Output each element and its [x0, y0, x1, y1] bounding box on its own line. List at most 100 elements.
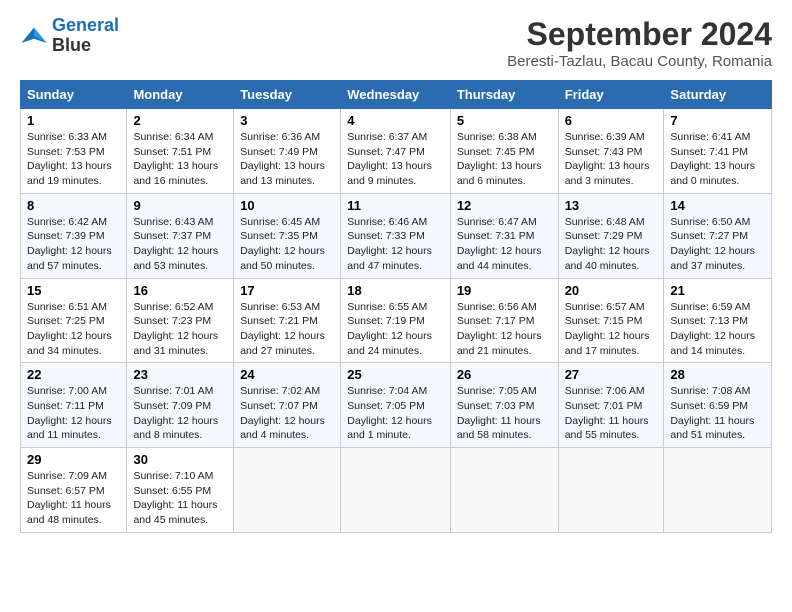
day-info: Sunrise: 6:42 AMSunset: 7:39 PMDaylight:…: [27, 215, 120, 274]
day-number: 5: [457, 113, 552, 128]
day-number: 4: [347, 113, 444, 128]
day-number: 3: [240, 113, 334, 128]
calendar-cell: 6Sunrise: 6:39 AMSunset: 7:43 PMDaylight…: [558, 109, 664, 194]
day-info: Sunrise: 6:34 AMSunset: 7:51 PMDaylight:…: [133, 130, 227, 189]
day-number: 19: [457, 283, 552, 298]
day-number: 8: [27, 198, 120, 213]
calendar-cell: 3 Sunrise: 6:36 AMSunset: 7:49 PMDaylight…: [234, 109, 341, 194]
calendar-cell: 14 Sunrise: 6:50 AMSunset: 7:27 PMDayligh…: [664, 193, 772, 278]
day-info: Sunrise: 7:01 AMSunset: 7:09 PMDaylight:…: [133, 384, 227, 443]
day-info: Sunrise: 7:06 AMSunset: 7:01 PMDaylight:…: [565, 384, 658, 443]
title-block: September 2024 Beresti-Tazlau, Bacau Cou…: [507, 16, 772, 70]
day-info: Sunrise: 6:51 AMSunset: 7:25 PMDaylight:…: [27, 300, 120, 359]
weekday-header: Friday: [558, 81, 664, 109]
day-info: Sunrise: 6:37 AMSunset: 7:47 PMDaylight:…: [347, 130, 444, 189]
day-number: 1: [27, 113, 120, 128]
day-number: 21: [670, 283, 765, 298]
day-info: Sunrise: 6:50 AMSunset: 7:27 PMDaylight:…: [670, 215, 765, 274]
day-info: Sunrise: 6:38 AMSunset: 7:45 PMDaylight:…: [457, 130, 552, 189]
location-subtitle: Beresti-Tazlau, Bacau County, Romania: [507, 53, 772, 70]
day-number: 2: [133, 113, 227, 128]
weekday-header: Sunday: [21, 81, 127, 109]
weekday-header-row: SundayMondayTuesdayWednesdayThursdayFrid…: [21, 81, 772, 109]
day-number: 20: [565, 283, 658, 298]
calendar-cell: 13 Sunrise: 6:48 AMSunset: 7:29 PMDayligh…: [558, 193, 664, 278]
day-info: Sunrise: 7:09 AMSunset: 6:57 PMDaylight:…: [27, 469, 120, 528]
logo-icon: [20, 22, 48, 50]
calendar-cell: 10Sunrise: 6:45 AMSunset: 7:35 PMDayligh…: [234, 193, 341, 278]
calendar-cell: 22Sunrise: 7:00 AMSunset: 7:11 PMDayligh…: [21, 363, 127, 448]
day-number: 28: [670, 367, 765, 382]
day-info: Sunrise: 6:46 AMSunset: 7:33 PMDaylight:…: [347, 215, 444, 274]
calendar-cell: [558, 448, 664, 533]
calendar-cell: [234, 448, 341, 533]
day-info: Sunrise: 6:47 AMSunset: 7:31 PMDaylight:…: [457, 215, 552, 274]
calendar-week-row: 1 Sunrise: 6:33 AMSunset: 7:53 PMDaylight…: [21, 109, 772, 194]
logo-text: GeneralBlue: [52, 16, 119, 56]
day-info: Sunrise: 7:02 AMSunset: 7:07 PMDaylight:…: [240, 384, 334, 443]
calendar-cell: 19 Sunrise: 6:56 AMSunset: 7:17 PMDayligh…: [450, 278, 558, 363]
day-info: Sunrise: 6:53 AMSunset: 7:21 PMDaylight:…: [240, 300, 334, 359]
weekday-header: Monday: [127, 81, 234, 109]
calendar-cell: 20 Sunrise: 6:57 AMSunset: 7:15 PMDayligh…: [558, 278, 664, 363]
calendar-cell: 15Sunrise: 6:51 AMSunset: 7:25 PMDayligh…: [21, 278, 127, 363]
day-info: Sunrise: 7:04 AMSunset: 7:05 PMDaylight:…: [347, 384, 444, 443]
logo: GeneralBlue: [20, 16, 119, 56]
day-number: 14: [670, 198, 765, 213]
day-number: 7: [670, 113, 765, 128]
day-info: Sunrise: 6:57 AMSunset: 7:15 PMDaylight:…: [565, 300, 658, 359]
day-info: Sunrise: 7:00 AMSunset: 7:11 PMDaylight:…: [27, 384, 120, 443]
calendar-cell: 4 Sunrise: 6:37 AMSunset: 7:47 PMDaylight…: [341, 109, 451, 194]
calendar-week-row: 15Sunrise: 6:51 AMSunset: 7:25 PMDayligh…: [21, 278, 772, 363]
calendar-cell: 2 Sunrise: 6:34 AMSunset: 7:51 PMDaylight…: [127, 109, 234, 194]
calendar-cell: 21 Sunrise: 6:59 AMSunset: 7:13 PMDayligh…: [664, 278, 772, 363]
calendar-cell: [664, 448, 772, 533]
day-number: 27: [565, 367, 658, 382]
day-info: Sunrise: 6:52 AMSunset: 7:23 PMDaylight:…: [133, 300, 227, 359]
day-number: 26: [457, 367, 552, 382]
day-number: 24: [240, 367, 334, 382]
calendar-week-row: 29 Sunrise: 7:09 AMSunset: 6:57 PMDayligh…: [21, 448, 772, 533]
day-number: 12: [457, 198, 552, 213]
day-info: Sunrise: 6:56 AMSunset: 7:17 PMDaylight:…: [457, 300, 552, 359]
day-info: Sunrise: 6:33 AMSunset: 7:53 PMDaylight:…: [27, 130, 120, 189]
calendar-table: SundayMondayTuesdayWednesdayThursdayFrid…: [20, 80, 772, 533]
day-number: 29: [27, 452, 120, 467]
calendar-cell: 9 Sunrise: 6:43 AMSunset: 7:37 PMDaylight…: [127, 193, 234, 278]
day-number: 23: [133, 367, 227, 382]
day-info: Sunrise: 7:05 AMSunset: 7:03 PMDaylight:…: [457, 384, 552, 443]
day-info: Sunrise: 7:08 AMSunset: 6:59 PMDaylight:…: [670, 384, 765, 443]
day-number: 13: [565, 198, 658, 213]
calendar-cell: 12 Sunrise: 6:47 AMSunset: 7:31 PMDayligh…: [450, 193, 558, 278]
day-number: 10: [240, 198, 334, 213]
day-number: 18: [347, 283, 444, 298]
calendar-cell: 23 Sunrise: 7:01 AMSunset: 7:09 PMDayligh…: [127, 363, 234, 448]
weekday-header: Saturday: [664, 81, 772, 109]
calendar-cell: 24 Sunrise: 7:02 AMSunset: 7:07 PMDayligh…: [234, 363, 341, 448]
calendar-cell: 1 Sunrise: 6:33 AMSunset: 7:53 PMDaylight…: [21, 109, 127, 194]
day-info: Sunrise: 6:59 AMSunset: 7:13 PMDaylight:…: [670, 300, 765, 359]
day-number: 9: [133, 198, 227, 213]
day-info: Sunrise: 6:41 AMSunset: 7:41 PMDaylight:…: [670, 130, 765, 189]
day-info: Sunrise: 6:48 AMSunset: 7:29 PMDaylight:…: [565, 215, 658, 274]
weekday-header: Thursday: [450, 81, 558, 109]
calendar-week-row: 8 Sunrise: 6:42 AMSunset: 7:39 PMDaylight…: [21, 193, 772, 278]
calendar-cell: [341, 448, 451, 533]
calendar-week-row: 22Sunrise: 7:00 AMSunset: 7:11 PMDayligh…: [21, 363, 772, 448]
calendar-cell: 18Sunrise: 6:55 AMSunset: 7:19 PMDayligh…: [341, 278, 451, 363]
calendar-cell: 29 Sunrise: 7:09 AMSunset: 6:57 PMDayligh…: [21, 448, 127, 533]
calendar-cell: 27 Sunrise: 7:06 AMSunset: 7:01 PMDayligh…: [558, 363, 664, 448]
calendar-cell: [450, 448, 558, 533]
calendar-cell: 25 Sunrise: 7:04 AMSunset: 7:05 PMDayligh…: [341, 363, 451, 448]
calendar-cell: 7 Sunrise: 6:41 AMSunset: 7:41 PMDaylight…: [664, 109, 772, 194]
calendar-cell: 28 Sunrise: 7:08 AMSunset: 6:59 PMDayligh…: [664, 363, 772, 448]
day-info: Sunrise: 6:36 AMSunset: 7:49 PMDaylight:…: [240, 130, 334, 189]
day-number: 25: [347, 367, 444, 382]
day-info: Sunrise: 7:10 AMSunset: 6:55 PMDaylight:…: [133, 469, 227, 528]
weekday-header: Tuesday: [234, 81, 341, 109]
day-number: 16: [133, 283, 227, 298]
day-info: Sunrise: 6:43 AMSunset: 7:37 PMDaylight:…: [133, 215, 227, 274]
day-info: Sunrise: 6:39 AMSunset: 7:43 PMDaylight:…: [565, 130, 658, 189]
calendar-cell: 17Sunrise: 6:53 AMSunset: 7:21 PMDayligh…: [234, 278, 341, 363]
weekday-header: Wednesday: [341, 81, 451, 109]
